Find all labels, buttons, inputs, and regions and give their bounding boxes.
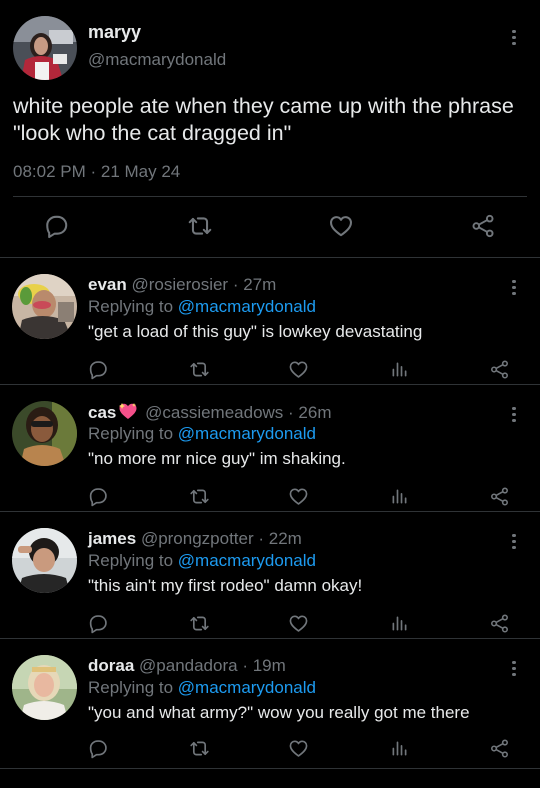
mention-link[interactable]: @macmarydonald: [178, 424, 316, 443]
like-icon[interactable]: [288, 486, 309, 507]
reply-tweet[interactable]: doraa @pandadora · 19m Replying to @macm…: [0, 639, 540, 769]
more-icon[interactable]: [504, 277, 524, 297]
reply-tweet[interactable]: james @prongzpotter · 22m Replying to @m…: [0, 512, 540, 639]
display-name[interactable]: maryy: [88, 22, 141, 43]
retweet-icon[interactable]: [189, 359, 210, 380]
handle[interactable]: @pandadora: [139, 656, 238, 675]
reply-time[interactable]: 27m: [243, 275, 276, 294]
reply-time[interactable]: 26m: [298, 403, 331, 422]
avatar[interactable]: [13, 16, 77, 80]
retweet-icon[interactable]: [189, 613, 210, 634]
reply-tweet[interactable]: cas @cassiemeadows · 26m Replying to @ma…: [0, 385, 540, 512]
mention-link[interactable]: @macmarydonald: [178, 551, 316, 570]
reply-header: james @prongzpotter · 22m: [88, 529, 302, 548]
tweet-timestamp: 08:02 PM · 21 May 24: [13, 162, 180, 182]
reply-time[interactable]: 19m: [253, 656, 286, 675]
like-icon[interactable]: [288, 359, 309, 380]
handle[interactable]: @cassiemeadows: [145, 403, 283, 422]
reply-text: "you and what army?" wow you really got …: [88, 703, 470, 722]
avatar[interactable]: [12, 274, 77, 339]
avatar-image: [12, 655, 77, 720]
reply-icon[interactable]: [88, 486, 109, 507]
reply-header: evan @rosierosier · 27m: [88, 275, 277, 294]
tweet-time: 08:02 PM: [13, 162, 86, 181]
handle[interactable]: @rosierosier: [131, 275, 228, 294]
reply-header: doraa @pandadora · 19m: [88, 656, 286, 675]
reply-icon[interactable]: [88, 613, 109, 634]
tweet-date: 21 May 24: [100, 162, 181, 181]
main-tweet: maryy @macmarydonald white people ate wh…: [0, 0, 540, 258]
share-icon[interactable]: [489, 613, 510, 634]
share-icon[interactable]: [470, 213, 496, 239]
views-icon[interactable]: [389, 486, 410, 507]
display-name[interactable]: cas: [88, 403, 116, 422]
meta-separator: ·: [85, 162, 101, 181]
avatar[interactable]: [12, 401, 77, 466]
display-name[interactable]: doraa: [88, 656, 134, 675]
reply-icon[interactable]: [88, 738, 109, 759]
replying-to: Replying to @macmarydonald: [88, 678, 316, 697]
avatar-image: [13, 16, 77, 80]
like-icon[interactable]: [288, 613, 309, 634]
avatar[interactable]: [12, 655, 77, 720]
handle[interactable]: @macmarydonald: [88, 50, 226, 70]
avatar-image: [12, 401, 77, 466]
views-icon[interactable]: [389, 359, 410, 380]
replying-to: Replying to @macmarydonald: [88, 551, 316, 570]
share-icon[interactable]: [489, 359, 510, 380]
retweet-icon[interactable]: [189, 738, 210, 759]
avatar-image: [12, 528, 77, 593]
reply-time[interactable]: 22m: [269, 529, 302, 548]
more-icon[interactable]: [504, 658, 524, 678]
divider: [13, 196, 527, 197]
reply-icon[interactable]: [88, 359, 109, 380]
more-icon[interactable]: [504, 404, 524, 424]
avatar[interactable]: [12, 528, 77, 593]
avatar-image: [12, 274, 77, 339]
mention-link[interactable]: @macmarydonald: [178, 297, 316, 316]
like-icon[interactable]: [328, 213, 354, 239]
tweet-text: white people ate when they came up with …: [13, 94, 514, 145]
display-name[interactable]: james: [88, 529, 136, 548]
reply-header: cas @cassiemeadows · 26m: [88, 402, 332, 425]
sparkling-heart-emoji: [118, 402, 138, 425]
like-icon[interactable]: [288, 738, 309, 759]
display-name[interactable]: evan: [88, 275, 127, 294]
share-icon[interactable]: [489, 486, 510, 507]
reply-text: "this ain't my first rodeo" damn okay!: [88, 576, 363, 595]
share-icon[interactable]: [489, 738, 510, 759]
replying-to: Replying to @macmarydonald: [88, 424, 316, 443]
reply-text: "get a load of this guy" is lowkey devas…: [88, 322, 423, 341]
mention-link[interactable]: @macmarydonald: [178, 678, 316, 697]
reply-tweet[interactable]: evan @rosierosier · 27m Replying to @mac…: [0, 258, 540, 385]
retweet-icon[interactable]: [187, 213, 213, 239]
more-icon[interactable]: [504, 531, 524, 551]
more-icon[interactable]: [504, 27, 524, 47]
replying-to: Replying to @macmarydonald: [88, 297, 316, 316]
retweet-icon[interactable]: [189, 486, 210, 507]
views-icon[interactable]: [389, 738, 410, 759]
views-icon[interactable]: [389, 613, 410, 634]
reply-text: "no more mr nice guy" im shaking.: [88, 449, 346, 468]
handle[interactable]: @prongzpotter: [141, 529, 254, 548]
reply-icon[interactable]: [44, 213, 70, 239]
